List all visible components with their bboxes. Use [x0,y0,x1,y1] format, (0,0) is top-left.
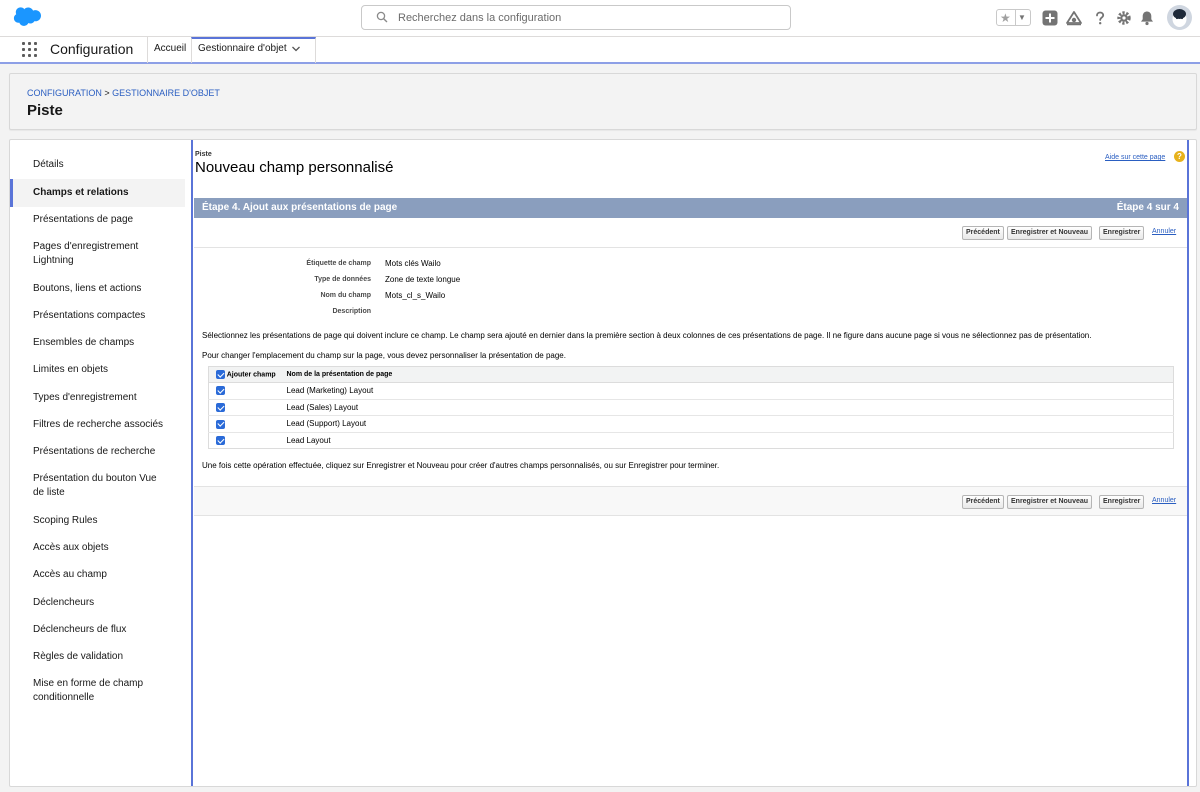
layout-name: Lead (Sales) Layout [286,399,1174,417]
bottom-button-row: Précédent Enregistrer et Nouveau Enregis… [194,486,1187,516]
trailhead-icon[interactable] [1065,9,1083,27]
save-and-new-button[interactable]: Enregistrer et Nouveau [1007,226,1093,240]
global-header: ★ ▼ [0,0,1200,36]
breadcrumb-setup-link[interactable]: CONFIGURATION [27,88,102,98]
sidebar-item-record-types[interactable]: Types d'enregistrement [10,391,185,405]
breadcrumb-object-manager-link[interactable]: GESTIONNAIRE D'OBJET [112,88,220,98]
sidebar-item-object-access[interactable]: Accès aux objets [10,541,185,555]
step-header: Étape 4. Ajout aux présentations de page… [194,198,1187,218]
page-header: CONFIGURATION > GESTIONNAIRE D'OBJET Pis… [9,73,1197,130]
app-name: Configuration [50,41,134,57]
sidebar-item-details[interactable]: Détails [10,158,185,172]
layout-name-column-header: Nom de la présentation de page [286,366,1174,383]
help-page-link[interactable]: Aide sur cette page [1105,154,1165,161]
sidebar-item-lightning-pages[interactable]: Pages d'enregistrement Lightning [10,240,150,268]
layout-name: Lead (Support) Layout [286,415,1174,433]
sidebar-item-page-layouts[interactable]: Présentations de page [10,213,185,227]
layout-checkbox[interactable] [216,419,225,429]
table-header-row: Ajouter champ Nom de la présentation de … [208,366,1174,383]
save-button[interactable]: Enregistrer [1099,495,1145,509]
avatar-image [1167,5,1192,30]
sidebar-item-field-access[interactable]: Accès au champ [10,568,185,582]
nav-item-home[interactable]: Accueil [147,37,192,63]
app-nav-bar: Configuration Accueil Gestionnaire d'obj… [0,36,1200,64]
data-type-label: Type de données [314,276,371,283]
help-icon[interactable] [1091,9,1109,27]
sidebar-item-lookup-filters[interactable]: Filtres de recherche associés [10,418,185,432]
sidebar-item-triggers[interactable]: Déclencheurs [10,596,185,610]
layout-name: Lead (Marketing) Layout [286,382,1174,400]
table-row: Lead (Sales) Layout [208,399,1174,417]
save-and-new-button[interactable]: Enregistrer et Nouveau [1007,495,1093,509]
layout-checkbox[interactable] [216,403,225,413]
top-button-row: Précédent Enregistrer et Nouveau Enregis… [194,218,1187,248]
sidebar-item-scoping-rules[interactable]: Scoping Rules [10,514,185,528]
content-title: Nouveau champ personnalisé [195,159,394,176]
sidebar-item-object-limits[interactable]: Limites en objets [10,363,185,377]
search-box[interactable] [361,5,791,30]
select-all-checkbox[interactable] [216,370,225,379]
bell-icon[interactable] [1138,9,1156,27]
previous-button[interactable]: Précédent [962,495,1004,509]
layout-instruction: Sélectionnez les présentations de page q… [202,331,1092,340]
object-label: Piste [195,151,212,158]
footer-note: Une fois cette opération effectuée, cliq… [202,461,720,470]
favorites-control[interactable]: ★ ▼ [996,9,1031,26]
field-label-label: Étiquette de champ [306,260,371,267]
table-row: Lead Layout [209,432,1174,449]
layout-name: Lead Layout [286,436,331,446]
step-counter: Étape 4 sur 4 [1116,202,1179,213]
add-icon[interactable] [1041,9,1059,27]
field-name-value: Mots_cl_s_Wailo [385,291,446,300]
sidebar-item-compact-layouts[interactable]: Présentations compactes [10,309,185,323]
sidebar-item-validation-rules[interactable]: Règles de validation [10,650,185,664]
star-icon[interactable]: ★ [1000,11,1011,25]
sidebar-item-conditional-field-formatting[interactable]: Mise en forme de champ conditionnelle [10,677,150,705]
add-field-column-label: Ajouter champ [226,371,276,379]
description-label: Description [332,308,371,315]
help-icon[interactable]: ? [1174,151,1185,162]
nav-item-label: Gestionnaire d'objet [198,43,287,54]
chevron-down-icon[interactable]: ▼ [1018,11,1026,25]
favorites-divider [1015,10,1016,25]
main-card: Détails Champs et relations Présentation… [9,139,1197,787]
layout-checkbox[interactable] [216,386,225,396]
chevron-down-icon[interactable] [291,45,301,53]
salesforce-cloud-icon[interactable] [11,6,43,28]
sidebar-item-buttons-links-actions[interactable]: Boutons, liens et actions [10,282,185,296]
sidebar-item-field-sets[interactable]: Ensembles de champs [10,336,185,350]
search-icon [376,11,388,23]
table-row: Lead (Support) Layout [208,415,1174,433]
user-avatar[interactable] [1167,5,1192,30]
sidebar-item-list-view-button-layout[interactable]: Présentation du bouton Vue de liste [10,472,160,500]
content-frame: Piste Nouveau champ personnalisé Aide su… [191,140,1189,786]
search-input[interactable] [398,9,778,26]
sidebar-item-flow-triggers[interactable]: Déclencheurs de flux [10,623,185,637]
gear-icon[interactable] [1115,9,1133,27]
previous-button[interactable]: Précédent [962,226,1004,240]
breadcrumb: CONFIGURATION > GESTIONNAIRE D'OBJET [27,88,220,98]
breadcrumb-separator: > [104,88,110,98]
page-title: Piste [27,102,63,119]
add-field-column-header: Ajouter champ [208,366,287,383]
save-button[interactable]: Enregistrer [1099,226,1145,240]
page-layout-table: Ajouter champ Nom de la présentation de … [208,366,1174,450]
nav-item-object-manager[interactable]: Gestionnaire d'objet [191,37,316,63]
field-name-label: Nom du champ [320,292,371,299]
table-row: Lead (Marketing) Layout [208,382,1174,400]
step-title: Étape 4. Ajout aux présentations de page [202,202,398,213]
sidebar-item-fields-relationships[interactable]: Champs et relations [10,179,185,207]
cancel-link[interactable]: Annuler [1152,497,1176,504]
waffle-icon[interactable] [22,42,38,58]
layout-reposition-note: Pour changer l'emplacement du champ sur … [202,351,566,360]
object-sidebar: Détails Champs et relations Présentation… [10,140,185,786]
sidebar-item-search-layouts[interactable]: Présentations de recherche [10,445,185,459]
cancel-link[interactable]: Annuler [1152,228,1176,235]
layout-checkbox[interactable] [216,436,225,446]
field-label-value: Mots clés Wailo [385,259,441,268]
data-type-value: Zone de texte longue [385,275,461,284]
